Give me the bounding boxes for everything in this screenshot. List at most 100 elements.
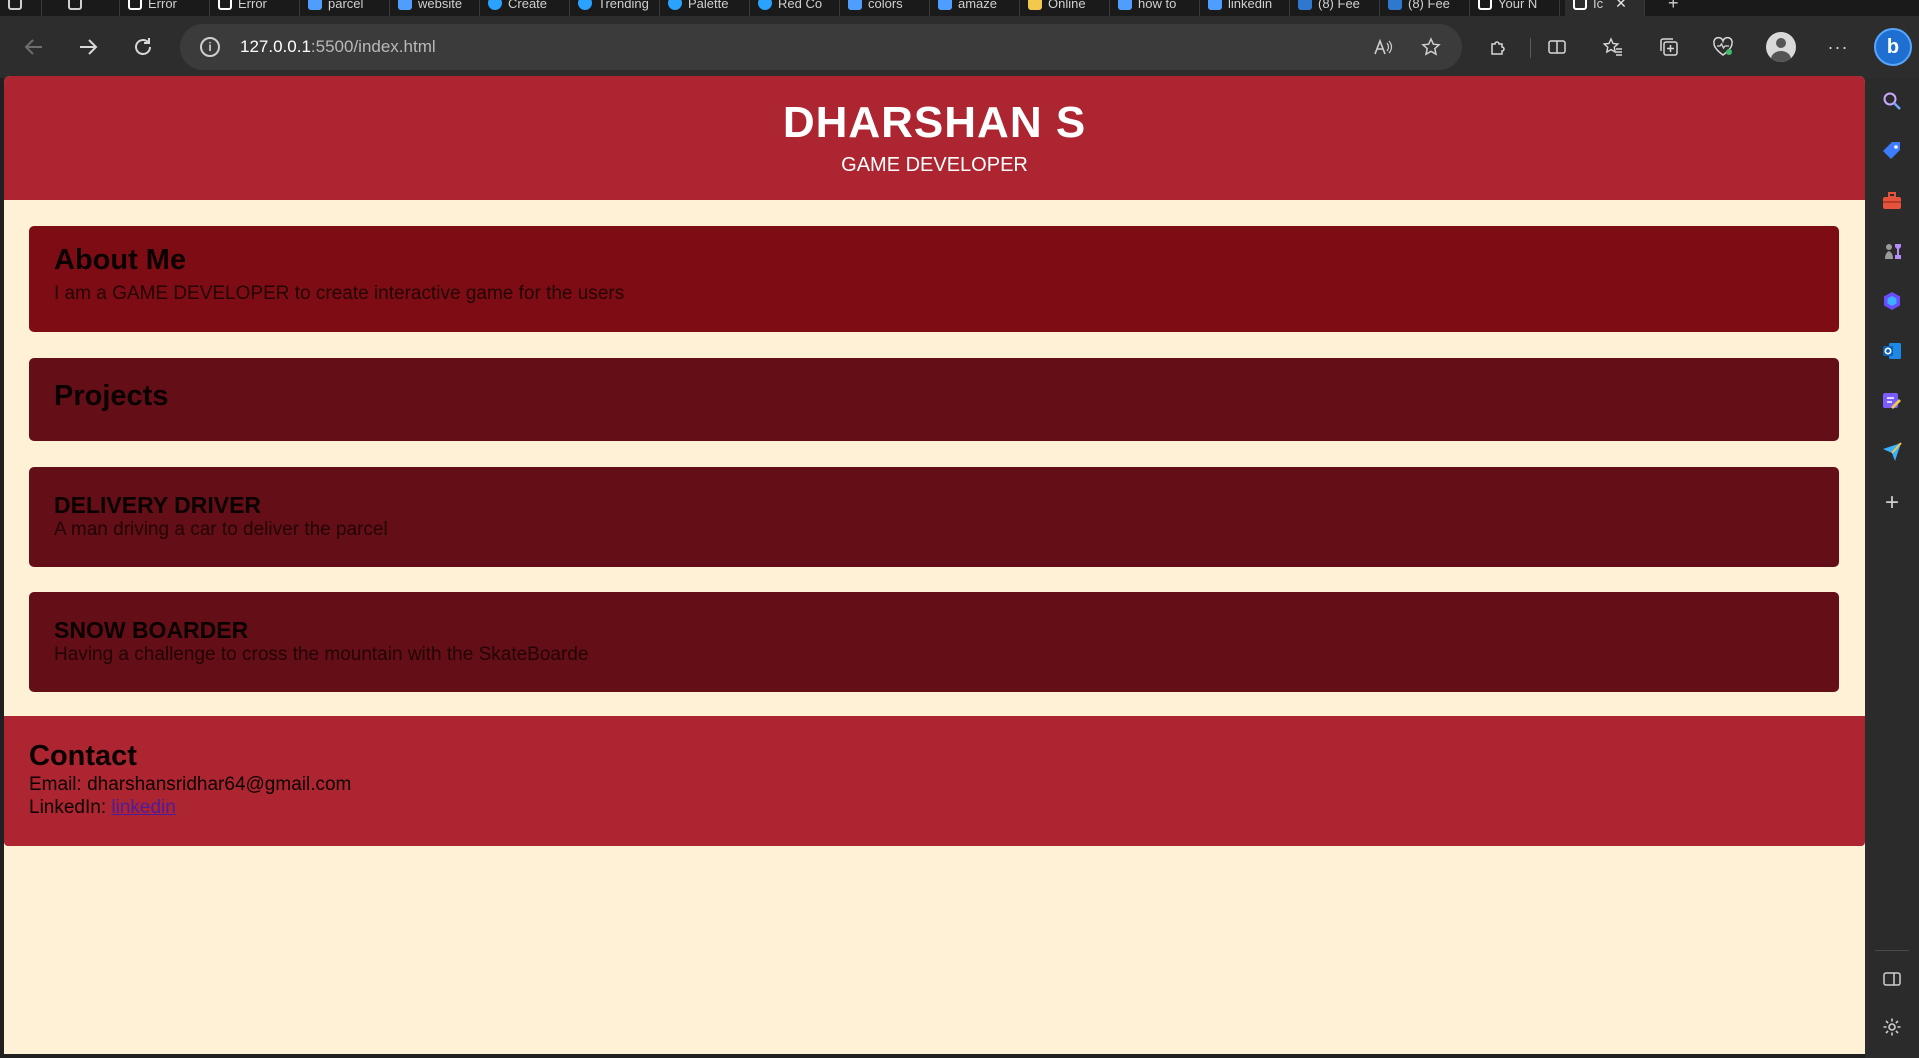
- browser-tab[interactable]: Online: [1020, 0, 1110, 16]
- send-drop-icon[interactable]: [1879, 438, 1905, 464]
- about-text: I am a GAME DEVELOPER to create interact…: [54, 283, 625, 304]
- tab-label: website: [418, 0, 463, 11]
- tab-label: Palette: [688, 0, 729, 11]
- tab-favicon: [1298, 0, 1312, 10]
- page-title: DHARSHAN S: [782, 98, 1087, 147]
- split-screen-icon[interactable]: [1540, 30, 1574, 64]
- url-text[interactable]: 127.0.0.1:5500/index.html: [240, 37, 436, 57]
- linkedin-label: LinkedIn:: [29, 797, 107, 818]
- tools-briefcase-icon[interactable]: [1879, 188, 1905, 214]
- browser-tab[interactable]: Error: [120, 0, 210, 16]
- tab-label: Ic: [1593, 0, 1604, 11]
- about-section: About Me I am a GAME DEVELOPER to create…: [29, 226, 1839, 332]
- extensions-icon[interactable]: [1481, 30, 1515, 64]
- page-subtitle: GAME DEVELOPER: [841, 154, 1028, 176]
- favorite-star-icon[interactable]: [1416, 32, 1446, 62]
- contact-linkedin-line: LinkedIn: linkedin: [29, 797, 176, 819]
- close-tab-icon[interactable]: ✕: [1615, 0, 1627, 12]
- tab-list-icon[interactable]: [60, 0, 120, 16]
- browser-sidebar: +: [1865, 78, 1919, 1058]
- project-card: SNOW BOARDER Having a challenge to cross…: [29, 592, 1839, 692]
- browser-tab[interactable]: Your N: [1470, 0, 1560, 16]
- sidebar-settings-gear-icon[interactable]: [1879, 1014, 1905, 1040]
- tab-favicon: [128, 0, 142, 10]
- tab-label: parcel: [328, 0, 364, 11]
- browser-tab[interactable]: linkedin: [1200, 0, 1290, 16]
- tab-label: Error: [148, 0, 177, 11]
- tab-favicon: [1028, 0, 1042, 10]
- tab-label: colors: [868, 0, 903, 11]
- shopping-tag-icon[interactable]: [1879, 138, 1905, 164]
- url-host: 127.0.0.1: [240, 37, 311, 56]
- search-icon[interactable]: [1879, 88, 1905, 114]
- url-path: :5500/index.html: [310, 37, 436, 56]
- browser-tab[interactable]: how to: [1110, 0, 1200, 16]
- browser-tab[interactable]: Palette: [660, 0, 750, 16]
- tab-favicon: [308, 0, 322, 10]
- designer-icon[interactable]: [1879, 388, 1905, 414]
- browser-tab[interactable]: Trending: [570, 0, 660, 16]
- page-header: DHARSHAN S GAME DEVELOPER: [4, 76, 1865, 200]
- tab-favicon: [1208, 0, 1222, 10]
- tab-favicon: [848, 0, 862, 10]
- favorites-icon[interactable]: [1596, 30, 1630, 64]
- browser-tab[interactable]: colors: [840, 0, 930, 16]
- games-chess-icon[interactable]: [1879, 238, 1905, 264]
- tab-label: Online: [1048, 0, 1086, 11]
- tab-favicon: [1573, 0, 1587, 10]
- email-label: Email:: [29, 774, 82, 795]
- hide-sidebar-icon[interactable]: [1879, 966, 1905, 992]
- tab-favicon: [758, 0, 772, 10]
- more-options-icon[interactable]: ···: [1821, 30, 1855, 64]
- tab-favicon: [488, 0, 502, 10]
- site-info-icon[interactable]: i: [200, 37, 220, 57]
- project-description: Having a challenge to cross the mountain…: [54, 644, 589, 665]
- about-heading: About Me: [54, 244, 187, 276]
- read-aloud-icon[interactable]: [1368, 32, 1398, 62]
- browser-tab[interactable]: (8) Fee: [1290, 0, 1380, 16]
- tab-favicon: [1478, 0, 1492, 10]
- tab-actions-icon[interactable]: [0, 0, 42, 16]
- tab-favicon: [1118, 0, 1132, 10]
- add-sidebar-app-icon[interactable]: +: [1879, 489, 1905, 516]
- forward-icon[interactable]: [71, 30, 105, 64]
- browser-tab-active[interactable]: Ic ✕: [1565, 0, 1645, 16]
- tab-label: linkedin: [1228, 0, 1273, 11]
- tab-label: Create: [508, 0, 548, 11]
- tab-strip: Error Error parcel website Create Trendi…: [0, 0, 1919, 16]
- browser-tab[interactable]: parcel: [300, 0, 390, 16]
- tab-label: amaze: [958, 0, 998, 11]
- browser-tab[interactable]: Error: [210, 0, 300, 16]
- profile-avatar[interactable]: [1766, 32, 1796, 62]
- collections-icon[interactable]: [1652, 30, 1686, 64]
- tab-label: (8) Fee: [1318, 0, 1360, 11]
- page-viewport: DHARSHAN S GAME DEVELOPER About Me I am …: [4, 76, 1865, 1054]
- contact-section: Contact Email: dharshansridhar64@gmail.c…: [4, 716, 1865, 846]
- browser-tab[interactable]: Red Co: [750, 0, 840, 16]
- tab-favicon: [1388, 0, 1402, 10]
- tab-label: how to: [1138, 0, 1177, 11]
- linkedin-link[interactable]: linkedin: [111, 797, 175, 818]
- new-tab-button[interactable]: +: [1660, 0, 1700, 16]
- refresh-icon[interactable]: [126, 30, 160, 64]
- back-icon[interactable]: [17, 30, 51, 64]
- tab-favicon: [938, 0, 952, 10]
- tab-favicon: [218, 0, 232, 10]
- tab-label: Trending: [598, 0, 649, 11]
- browser-tab[interactable]: Create: [480, 0, 570, 16]
- tab-favicon: [398, 0, 412, 10]
- browser-tab[interactable]: (8) Fee: [1380, 0, 1470, 16]
- outlook-icon[interactable]: [1879, 338, 1905, 364]
- microsoft-365-icon[interactable]: [1879, 288, 1905, 314]
- address-bar[interactable]: i 127.0.0.1:5500/index.html: [180, 24, 1462, 70]
- tab-label: (8) Fee: [1408, 0, 1450, 11]
- browser-tab[interactable]: website: [390, 0, 480, 16]
- contact-heading: Contact: [29, 740, 137, 772]
- contact-email-line: Email: dharshansridhar64@gmail.com: [29, 774, 351, 796]
- tab-label: Red Co: [778, 0, 823, 11]
- tab-favicon: [668, 0, 682, 10]
- browser-tab[interactable]: amaze: [930, 0, 1020, 16]
- tab-favicon: [578, 0, 592, 10]
- bing-copilot-icon[interactable]: b: [1874, 28, 1912, 66]
- browser-essentials-icon[interactable]: [1706, 30, 1740, 64]
